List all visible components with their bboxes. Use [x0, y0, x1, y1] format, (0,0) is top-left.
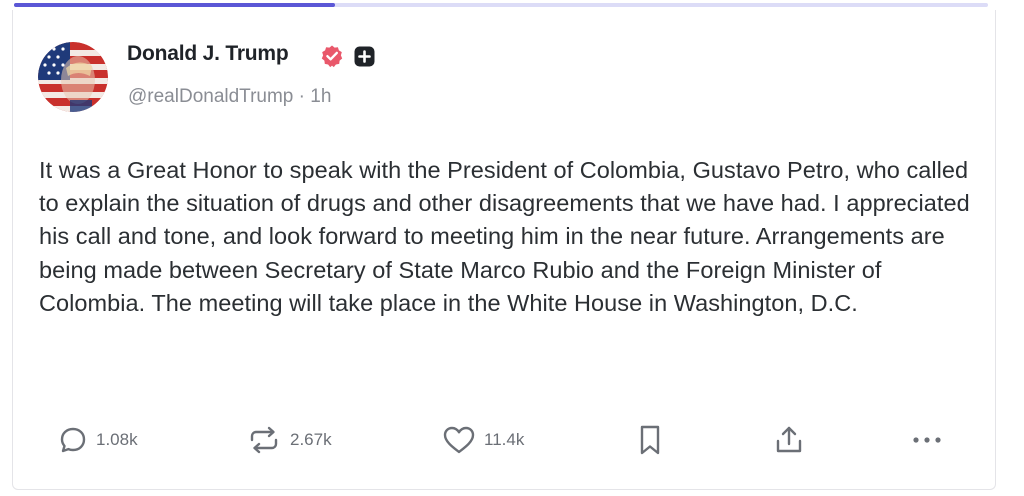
avatar-flag-portrait-icon	[38, 42, 108, 112]
more-options-button[interactable]	[910, 422, 944, 458]
author-display-name[interactable]: Donald J. Trump	[127, 42, 289, 66]
author-handle[interactable]: @realDonaldTrump	[128, 86, 293, 107]
verified-badge-icon	[320, 44, 344, 68]
reply-button[interactable]: 1.08k	[58, 422, 138, 458]
share-button[interactable]	[774, 422, 804, 458]
reply-icon	[60, 427, 86, 453]
truth-social-post-screen: Donald J. Trump @realDonaldTrump · 1h It…	[0, 0, 1024, 496]
author-handle-line: @realDonaldTrump · 1h	[128, 86, 331, 108]
handle-separator: ·	[298, 86, 305, 107]
heart-icon	[443, 426, 475, 454]
story-progress-bar	[14, 3, 988, 7]
share-icon	[776, 426, 802, 453]
post-timestamp[interactable]: 1h	[310, 86, 331, 107]
bookmark-icon	[640, 425, 660, 455]
repost-count: 2.67k	[290, 430, 332, 449]
reply-count: 1.08k	[96, 430, 138, 449]
more-icon	[913, 437, 941, 443]
story-progress-fill	[14, 3, 336, 7]
like-count: 11.4k	[484, 430, 525, 449]
bookmark-button[interactable]	[638, 422, 662, 458]
post-text: It was a Great Honor to speak with the P…	[39, 157, 970, 316]
repost-button[interactable]: 2.67k	[246, 422, 332, 458]
repost-icon	[250, 426, 278, 454]
avatar[interactable]	[38, 42, 108, 112]
plus-square-icon[interactable]	[354, 46, 375, 67]
like-button[interactable]: 11.4k	[442, 422, 524, 458]
